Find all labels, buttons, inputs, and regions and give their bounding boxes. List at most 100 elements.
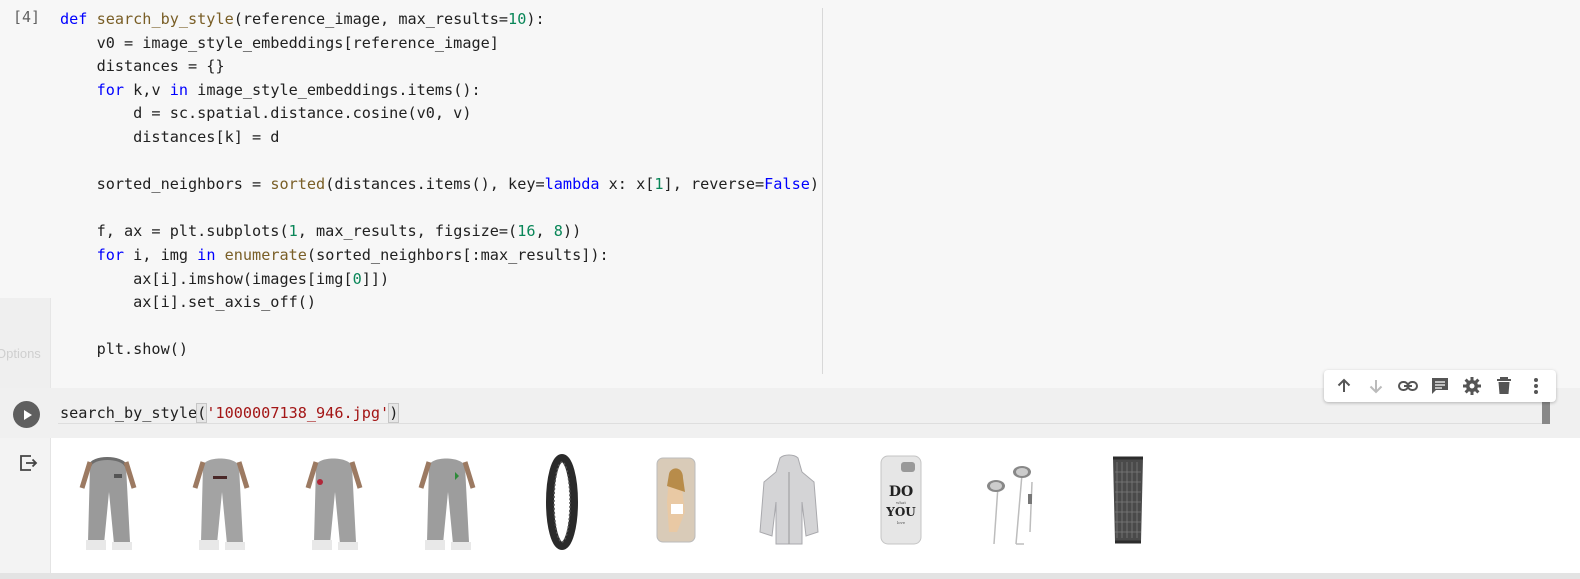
code-line: for i, img in enumerate(sorted_neighbors… [60, 244, 819, 268]
code-token: i, img [124, 245, 198, 264]
code-line: sorted_neighbors = sorted(distances.item… [60, 173, 819, 197]
active-code-editor[interactable]: search_by_style('1000007138_946.jpg') [60, 403, 400, 423]
move-up-button[interactable] [1331, 373, 1357, 399]
code-token: (distances.items(), key= [325, 175, 545, 194]
sweatpants-gray-1-image [79, 457, 137, 550]
code-line: for k,v in image_style_embeddings.items(… [60, 79, 819, 103]
output-thumbnail [173, 452, 273, 552]
code-line: f, ax = plt.subplots(1, max_results, fig… [60, 220, 819, 244]
code-token: x: x[ [599, 175, 655, 194]
code-token: k,v [124, 80, 170, 99]
code-token: sorted [270, 175, 326, 194]
sweatpants-gray-3-image [305, 458, 363, 550]
output-thumbnail [625, 452, 725, 552]
code-line: ax[i].set_axis_off() [60, 291, 819, 315]
output-gutter [0, 438, 51, 573]
editor-scrollbar[interactable] [1542, 400, 1550, 424]
ghost-gutter: Options [0, 298, 51, 388]
output-thumbnail [399, 452, 499, 552]
code-token: sorted_neighbors = [60, 175, 271, 194]
code-token: , max_results, figsize=( [297, 222, 518, 241]
execution-count: [4] [13, 8, 41, 26]
code-line: distances = {} [60, 55, 819, 79]
code-line: v0 = image_style_embeddings[reference_im… [60, 32, 819, 56]
code-token: plt.show() [60, 340, 189, 359]
more-vert-icon [1534, 378, 1538, 394]
phone-case-do-what-you-love-image: DOwhatYOUlove [880, 455, 922, 545]
code-token: 0 [352, 269, 362, 288]
code-token: 8 [553, 222, 563, 241]
trash-icon [1497, 377, 1511, 394]
code-line: d = sc.spatial.distance.cosine(v0, v) [60, 102, 819, 126]
bottom-border [0, 573, 1580, 579]
arrow-up-icon [1337, 378, 1351, 392]
comment-icon [1432, 378, 1448, 394]
code-token: ]]) [361, 269, 390, 288]
svg-text:love: love [897, 520, 906, 525]
code-line: ax[i].imshow(images[img[0]]) [60, 268, 819, 292]
output-thumbnail [286, 452, 386, 552]
code-cell-4[interactable]: [4] def search_by_style(reference_image,… [0, 0, 1580, 376]
code-token: ax[i].set_axis_off() [60, 293, 317, 312]
code-token: enumerate [224, 245, 307, 264]
code-line: def search_by_style(reference_image, max… [60, 8, 819, 32]
code-token: image_style_embeddings.items(): [188, 80, 481, 99]
run-cell-button[interactable] [13, 401, 40, 428]
code-token: (reference_image, max_results= [233, 10, 509, 28]
svg-text:DO: DO [889, 484, 913, 500]
settings-button[interactable] [1459, 373, 1485, 399]
text-cursor [398, 403, 400, 421]
code-token: 1 [654, 175, 664, 194]
hooded-jacket-image [759, 454, 819, 545]
code-editor[interactable]: def search_by_style(reference_image, max… [60, 8, 819, 362]
gear-icon [1463, 377, 1481, 395]
code-token: 1 [288, 222, 298, 241]
code-token: distances = {} [60, 57, 225, 76]
code-token: 16 [517, 222, 536, 241]
bike-tire-image [546, 454, 578, 550]
code-token: in [169, 80, 189, 99]
output-thumbnail [512, 452, 612, 552]
copy-link-button[interactable] [1395, 373, 1421, 399]
output-thumbnail [1077, 452, 1177, 552]
code-token: (sorted_neighbors[:max_results]): [306, 245, 609, 264]
code-token: distances[k] = d [60, 127, 280, 146]
code-token: ax[i].imshow(images[img[ [60, 269, 353, 288]
code-token: for [96, 245, 125, 264]
ghost-label: Options [0, 346, 41, 361]
link-icon [1398, 381, 1418, 391]
sweatpants-gray-4-image [418, 458, 476, 550]
output-thumbnail [964, 452, 1064, 552]
clear-output-icon[interactable] [18, 453, 38, 473]
code-token: d = sc.spatial.distance.cosine(v0, v) [60, 104, 472, 123]
code-line: plt.show() [60, 338, 819, 362]
line-length-ruler [822, 8, 823, 374]
output-thumbnail [60, 452, 160, 552]
more-options-button[interactable] [1523, 373, 1549, 399]
code-token: lambda [544, 175, 600, 194]
output-thumbnail [738, 452, 838, 552]
cell-output: DO what YOU love [0, 438, 1580, 573]
svg-text:YOU: YOU [885, 505, 916, 519]
code-token: )) [562, 222, 582, 241]
code-token: v0 = image_style_embeddings[reference_im… [60, 33, 499, 52]
editor-underline [58, 423, 1546, 424]
add-comment-button[interactable] [1427, 373, 1453, 399]
output-thumbnail: DO what YOU love [851, 452, 951, 552]
code-token: search_by_style [96, 10, 234, 28]
sweatpants-gray-2-image [192, 458, 250, 550]
code-paren-close: ) [388, 403, 400, 423]
delete-cell-button[interactable] [1491, 373, 1517, 399]
code-line: distances[k] = d [60, 126, 819, 150]
code-paren-open: ( [196, 403, 208, 423]
code-arg: '1000007138_946.jpg' [206, 404, 390, 422]
play-icon [23, 409, 32, 420]
code-token: in [197, 245, 216, 264]
code-token: f, ax = plt.subplots( [60, 222, 289, 241]
move-down-button[interactable] [1363, 373, 1389, 399]
phone-case-photo-image [656, 457, 696, 543]
